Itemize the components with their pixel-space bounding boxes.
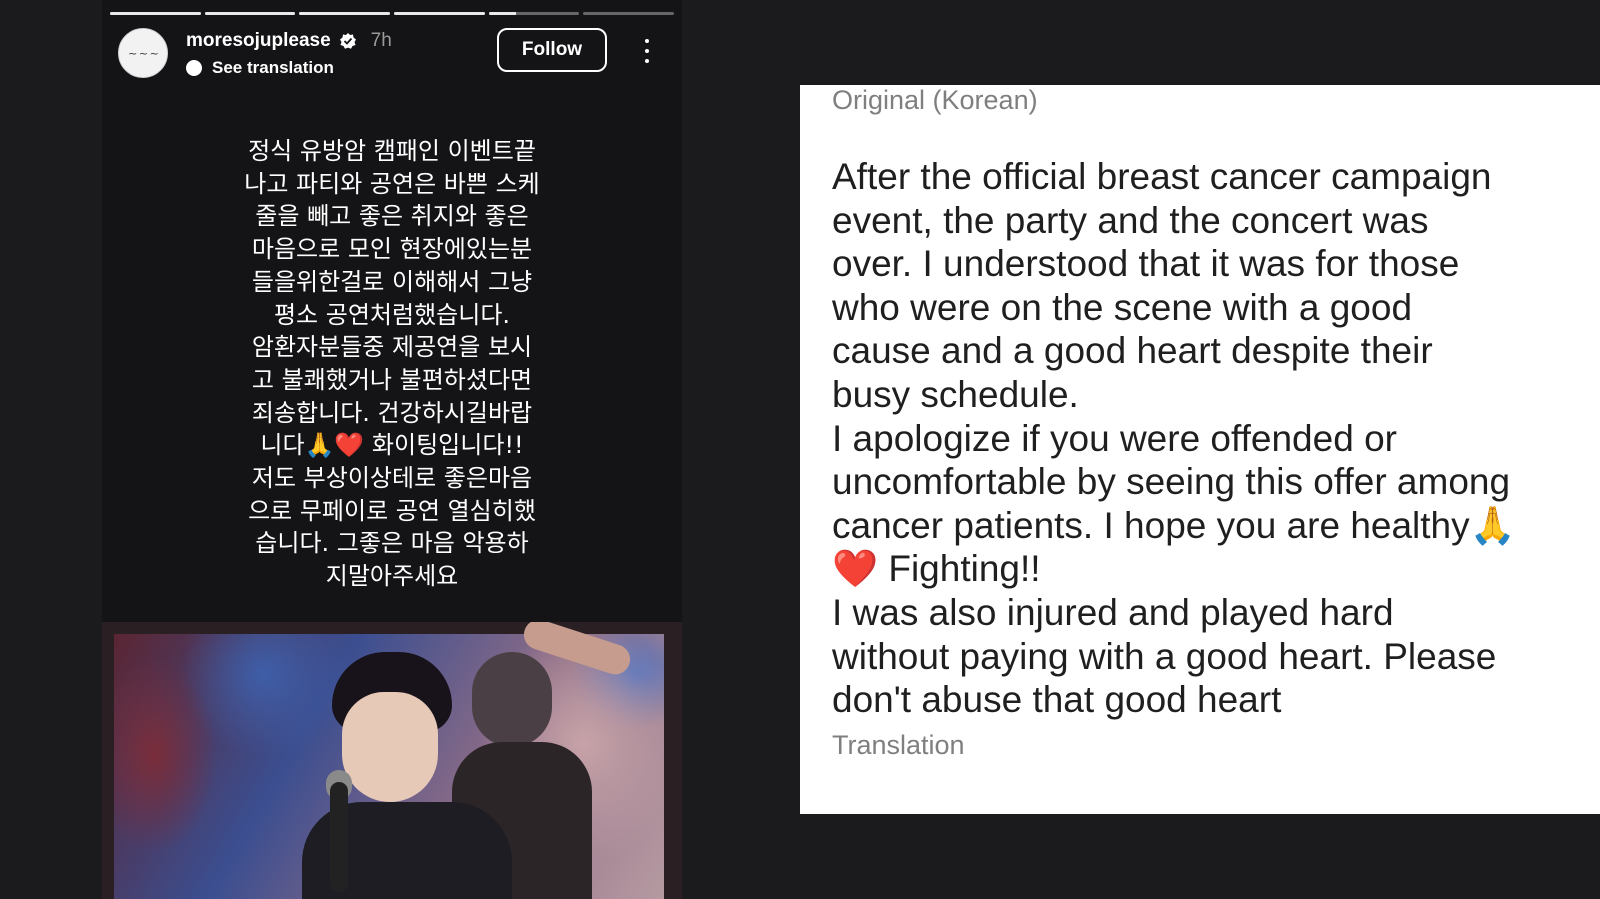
translated-text: After the official breast cancer campaig… (832, 156, 1516, 721)
translate-icon (186, 60, 202, 76)
username-row: moresojuplease 7h (186, 30, 392, 52)
avatar-doodle: ~ ~ ~ (128, 46, 159, 60)
see-translation-label: See translation (212, 58, 334, 77)
progress-segment (204, 12, 296, 15)
follow-button[interactable]: Follow (497, 28, 607, 72)
photo-singer (302, 652, 512, 899)
progress-fill (110, 12, 201, 15)
original-language-label: Original (Korean) (832, 85, 1038, 115)
page: ~ ~ ~ moresojuplease 7h See translation … (0, 0, 1600, 899)
translation-label: Translation (832, 730, 965, 760)
post-age: 7h (370, 30, 392, 51)
progress-segment (488, 12, 580, 15)
story-photo (102, 622, 682, 899)
progress-segment (394, 12, 485, 15)
progress-fill (204, 12, 296, 15)
story-header: ~ ~ ~ moresojuplease 7h See translation … (118, 28, 666, 84)
more-options-icon[interactable] (637, 36, 657, 66)
profile-avatar[interactable]: ~ ~ ~ (118, 28, 168, 78)
progress-segment (583, 12, 675, 15)
verified-badge-icon (339, 32, 357, 50)
story-caption-text: 정식 유방암 캠패인 이벤트끝 나고 파티와 공연은 바쁜 스케 줄을 빼고 좋… (244, 137, 540, 591)
translation-card: Original (Korean) After the official bre… (800, 85, 1600, 814)
username[interactable]: moresojuplease (186, 30, 331, 52)
progress-fill (394, 12, 485, 15)
instagram-story: ~ ~ ~ moresojuplease 7h See translation … (102, 0, 682, 899)
story-progress-bar (110, 12, 675, 15)
progress-segment (110, 12, 201, 15)
progress-segment (299, 12, 391, 15)
progress-fill (488, 12, 516, 15)
progress-fill (299, 12, 391, 15)
see-translation-link[interactable]: See translation (186, 58, 334, 78)
